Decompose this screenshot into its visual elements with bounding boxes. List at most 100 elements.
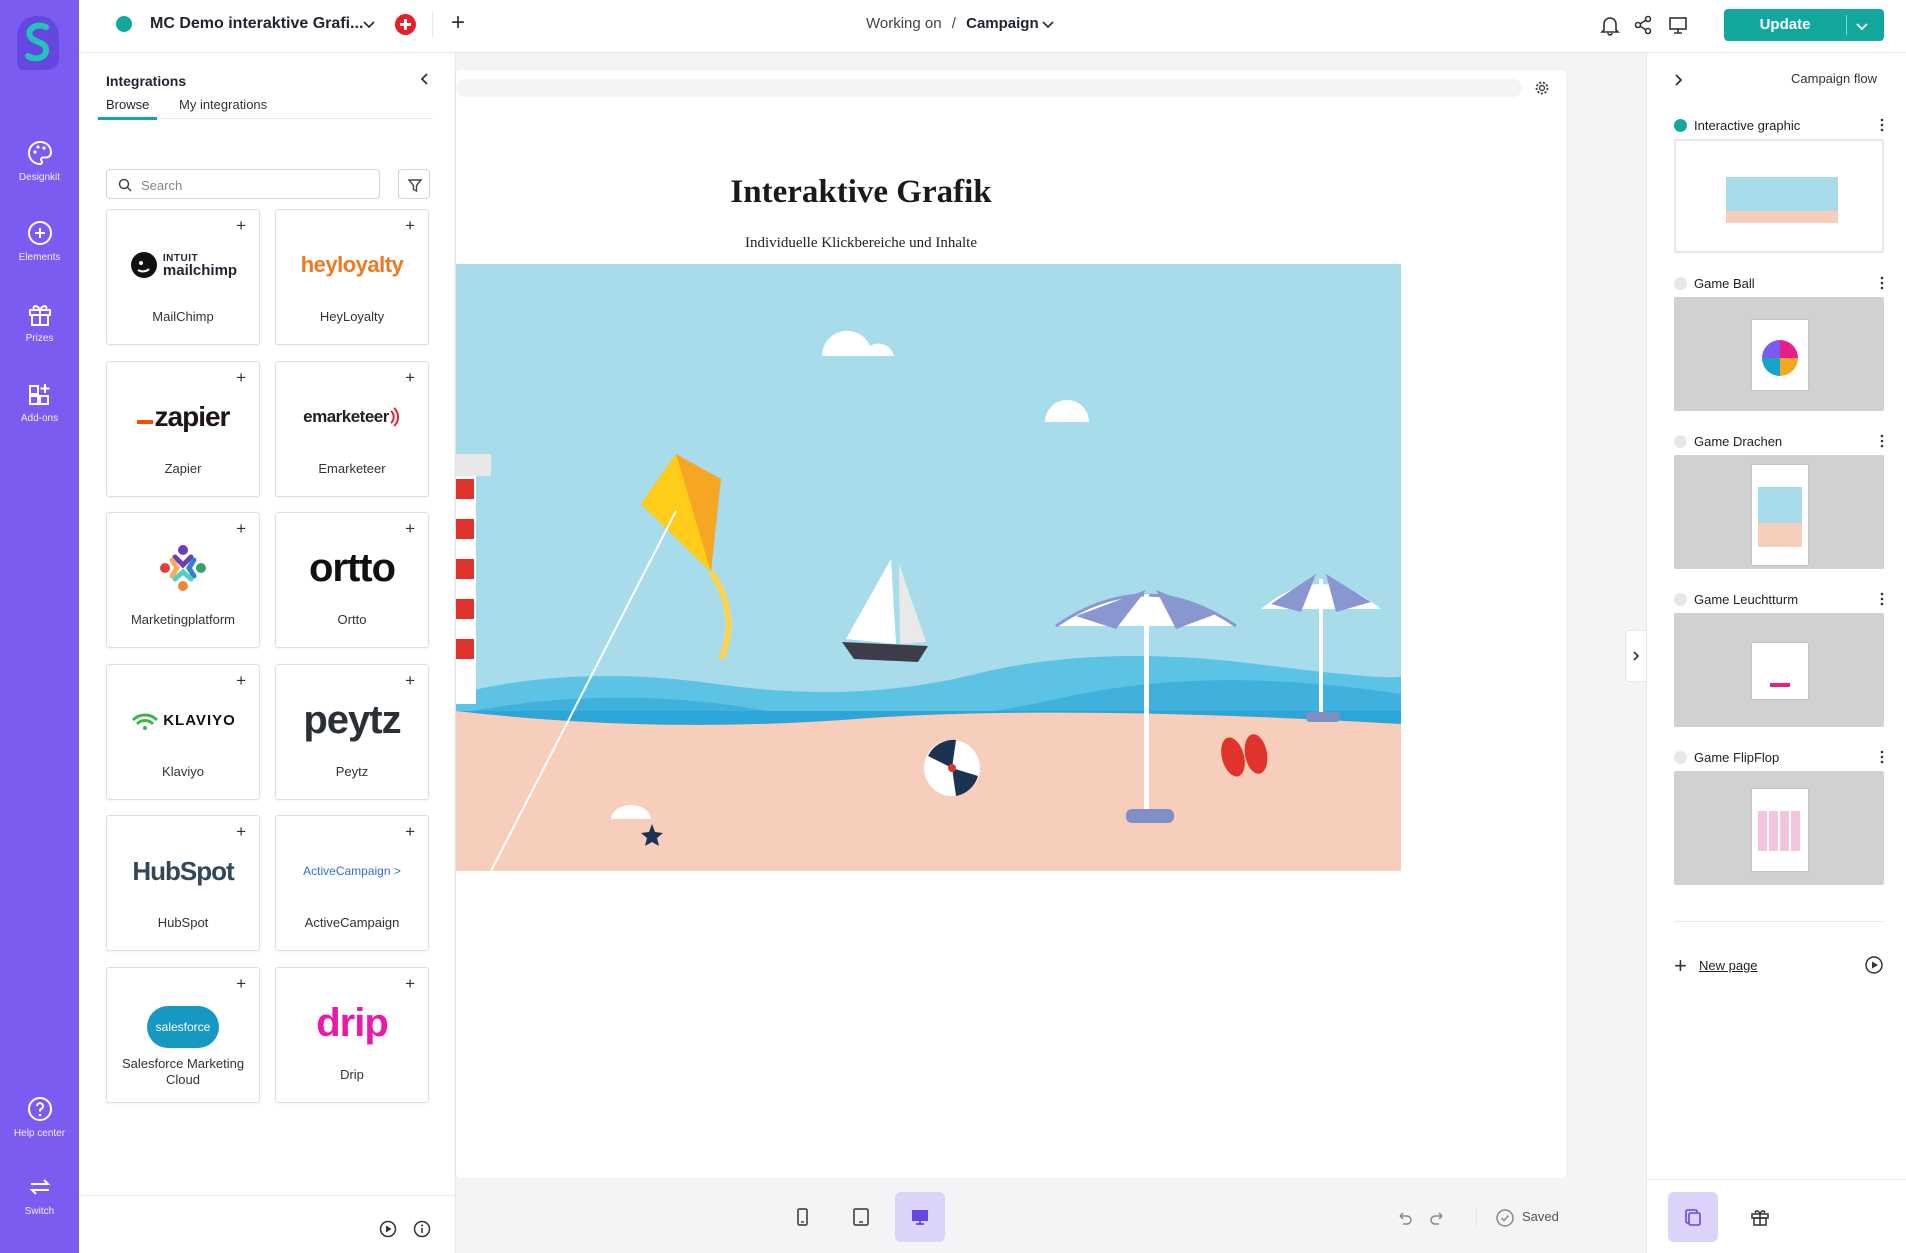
page-thumbnail[interactable] — [1674, 139, 1884, 253]
integration-card-zapier[interactable]: + zapier Zapier — [106, 361, 260, 497]
play-circle-icon[interactable] — [379, 1220, 397, 1238]
add-icon[interactable]: + — [405, 369, 415, 386]
integration-card-ortto[interactable]: + ortto Ortto — [275, 512, 429, 648]
add-icon[interactable]: + — [405, 672, 415, 689]
integration-card-mailchimp[interactable]: + INTUIT mailchimp MailChimp — [106, 209, 260, 345]
zapier-logo: zapier — [107, 392, 259, 442]
panel-title: Integrations — [106, 73, 187, 89]
logo-text: ActiveCampaign > — [303, 864, 401, 878]
activecampaign-logo: ActiveCampaign > — [276, 846, 428, 896]
share-icon[interactable] — [1632, 14, 1654, 36]
nav-label: Add-ons — [20, 413, 59, 424]
add-icon[interactable]: + — [236, 217, 246, 234]
pages-button[interactable] — [1668, 1192, 1718, 1242]
integration-card-heyloyalty[interactable]: + heyloyalty HeyLoyalty — [275, 209, 429, 345]
page-thumbnail[interactable] — [1674, 455, 1884, 569]
thumbnail-preview — [1752, 320, 1808, 390]
tablet-view-button[interactable] — [836, 1192, 886, 1242]
project-title[interactable]: MC Demo interaktive Grafi... — [150, 15, 363, 33]
logo-text: heyloyalty — [300, 252, 404, 277]
add-icon[interactable]: + — [236, 369, 246, 386]
integration-card-klaviyo[interactable]: + KLAVIYO Klaviyo — [106, 664, 260, 800]
integration-card-activecampaign[interactable]: + ActiveCampaign > ActiveCampaign — [275, 815, 429, 951]
add-icon[interactable]: + — [405, 217, 415, 234]
gear-icon[interactable] — [1534, 80, 1550, 96]
more-vertical-icon[interactable] — [1874, 749, 1890, 765]
page-name: Game FlipFlop — [1694, 750, 1780, 765]
pages-icon — [1685, 1209, 1701, 1226]
add-icon[interactable]: + — [236, 975, 246, 992]
thumbnail-preview — [1726, 177, 1838, 223]
card-name: HubSpot — [157, 915, 209, 930]
integration-card-drip[interactable]: + drip Drip — [275, 967, 429, 1103]
chevron-down-icon[interactable] — [361, 16, 377, 32]
add-icon[interactable]: + — [236, 672, 246, 689]
hubspot-logo: HubSpot — [107, 846, 259, 896]
info-icon[interactable] — [413, 1220, 431, 1238]
integration-card-emarketeer[interactable]: + emarketeer Emarketeer — [275, 361, 429, 497]
card-name: Ortto — [337, 612, 367, 627]
add-icon[interactable]: + — [405, 520, 415, 537]
add-icon[interactable]: + — [236, 520, 246, 537]
more-vertical-icon[interactable] — [1874, 275, 1890, 291]
chevron-right-icon[interactable] — [1670, 72, 1686, 88]
nav-help-center[interactable]: Help center — [0, 1096, 79, 1139]
page-thumbnail[interactable] — [1674, 771, 1884, 885]
add-icon[interactable]: + — [236, 823, 246, 840]
chevron-right-icon — [1633, 651, 1640, 661]
more-vertical-icon[interactable] — [1874, 591, 1890, 607]
divider — [1647, 1179, 1906, 1180]
add-ons-icon — [28, 384, 49, 405]
add-icon[interactable]: + — [405, 975, 415, 992]
bell-icon[interactable] — [1599, 14, 1621, 36]
integration-card-peytz[interactable]: + peytz Peytz — [275, 664, 429, 800]
thumbnail-preview — [1752, 465, 1808, 565]
preview-monitor-icon[interactable] — [1667, 14, 1689, 36]
chevron-down-icon[interactable] — [1854, 18, 1870, 34]
mode-selector[interactable]: Campaign — [966, 15, 1039, 32]
nav-prizes[interactable]: Prizes — [0, 301, 79, 344]
integration-card-marketingplatform[interactable]: + Marketingplatform — [106, 512, 260, 648]
app-logo-icon[interactable] — [15, 14, 61, 72]
nav-designkit[interactable]: Designkit — [0, 140, 79, 183]
filter-button[interactable] — [398, 169, 430, 199]
nav-switch[interactable]: Switch — [0, 1174, 79, 1217]
integration-card-hubspot[interactable]: + HubSpot HubSpot — [106, 815, 260, 951]
redo-icon[interactable] — [1429, 1209, 1447, 1227]
search-icon — [118, 178, 132, 192]
canvas-heading[interactable]: Interaktive Grafik — [456, 174, 1266, 211]
search-input[interactable] — [141, 176, 361, 194]
add-project-button[interactable]: + — [447, 11, 469, 35]
tab-my-integrations[interactable]: My integrations — [171, 97, 275, 117]
page-name: Game Ball — [1694, 276, 1755, 291]
left-navigation: Designkit Elements Prizes Add-ons Help c… — [0, 0, 79, 1253]
mobile-view-button[interactable] — [777, 1192, 827, 1242]
page-thumbnail[interactable] — [1674, 613, 1884, 727]
undo-icon[interactable] — [1395, 1209, 1413, 1227]
check-circle-icon — [1496, 1209, 1514, 1227]
expand-panel-tab[interactable] — [1625, 630, 1647, 682]
nav-elements[interactable]: Elements — [0, 220, 79, 263]
filter-icon — [407, 179, 423, 193]
more-vertical-icon[interactable] — [1874, 433, 1890, 449]
add-icon[interactable]: + — [405, 823, 415, 840]
marketingplatform-icon — [160, 545, 206, 591]
signal-icon — [390, 407, 399, 427]
logo-text: zapier — [154, 401, 231, 432]
interactive-beach-graphic[interactable] — [456, 264, 1401, 871]
prizes-button[interactable] — [1735, 1192, 1785, 1242]
swiss-flag-icon[interactable] — [395, 14, 416, 35]
play-circle-icon[interactable] — [1864, 955, 1884, 975]
integration-card-salesforce[interactable]: + salesforce Salesforce Marketing Cloud — [106, 967, 260, 1103]
page-thumbnail[interactable] — [1674, 297, 1884, 411]
chevron-left-icon[interactable] — [417, 71, 433, 87]
nav-add-ons[interactable]: Add-ons — [0, 381, 79, 424]
desktop-view-button[interactable] — [895, 1192, 945, 1242]
saved-status: Saved — [1522, 1209, 1559, 1224]
chevron-down-icon[interactable] — [1040, 16, 1056, 32]
tab-browse[interactable]: Browse — [98, 97, 158, 120]
update-button[interactable]: Update — [1724, 9, 1884, 41]
panel-title: Campaign flow — [1791, 71, 1877, 86]
canvas-subheading[interactable]: Individuelle Klickbereiche und Inhalte — [456, 235, 1266, 252]
more-vertical-icon[interactable] — [1874, 117, 1890, 133]
